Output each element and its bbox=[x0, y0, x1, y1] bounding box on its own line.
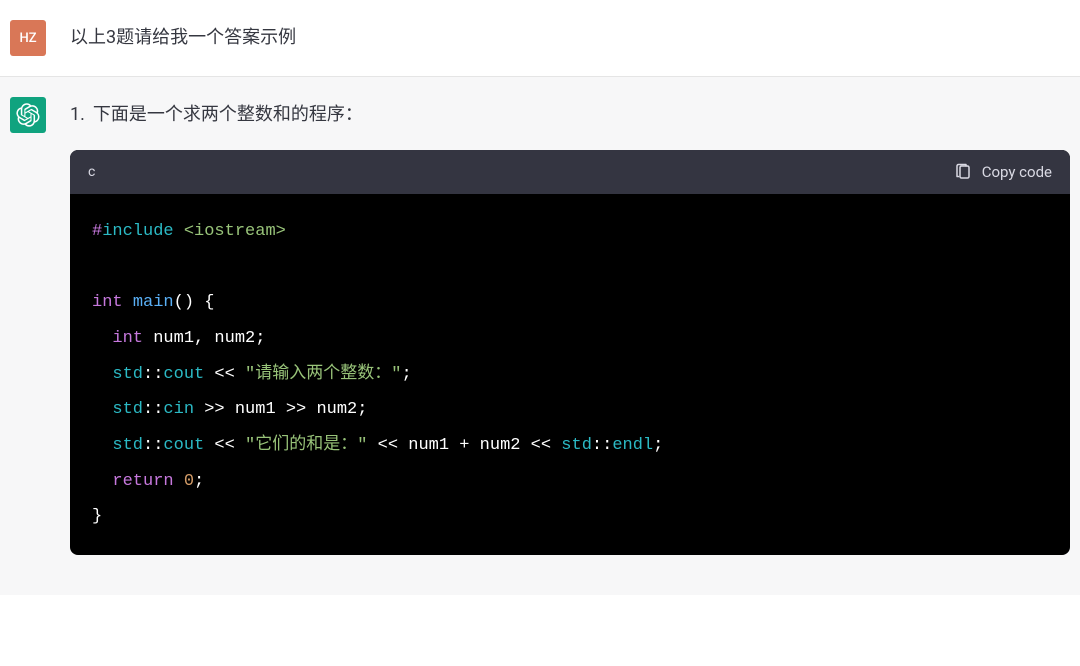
code-token: std bbox=[561, 436, 592, 455]
code-token: :: bbox=[143, 365, 163, 384]
openai-logo-icon bbox=[16, 103, 40, 127]
code-token: << num1 + num2 << bbox=[367, 436, 561, 455]
code-token: std bbox=[112, 365, 143, 384]
assistant-message-content: 1. 下面是一个求两个整数和的程序： c Copy code #include … bbox=[70, 97, 1070, 555]
code-token: :: bbox=[143, 400, 163, 419]
code-token: <iostream> bbox=[184, 222, 286, 241]
code-body[interactable]: #include <iostream> int main() { int num… bbox=[70, 194, 1070, 555]
code-token: ; bbox=[194, 472, 204, 491]
code-header: c Copy code bbox=[70, 150, 1070, 194]
code-token: int bbox=[112, 329, 143, 348]
list-text: 下面是一个求两个整数和的程序： bbox=[93, 101, 363, 130]
code-token: include bbox=[102, 222, 173, 241]
code-token: () bbox=[174, 293, 194, 312]
user-message-text: 以上3题请给我一个答案示例 bbox=[70, 27, 296, 48]
user-avatar: HZ bbox=[10, 20, 46, 56]
code-token: ; bbox=[401, 365, 411, 384]
code-token: } bbox=[92, 507, 102, 526]
code-token: ; bbox=[653, 436, 663, 455]
ordered-list-item: 1. 下面是一个求两个整数和的程序： bbox=[70, 101, 1070, 130]
code-token: # bbox=[92, 222, 102, 241]
code-token: << bbox=[204, 365, 245, 384]
assistant-message-row: 1. 下面是一个求两个整数和的程序： c Copy code #include … bbox=[0, 77, 1080, 595]
code-block: c Copy code #include <iostream> int main… bbox=[70, 150, 1070, 555]
code-token: cout bbox=[163, 365, 204, 384]
code-language-label: c bbox=[88, 161, 95, 183]
code-token: << bbox=[204, 436, 245, 455]
code-token: std bbox=[112, 436, 143, 455]
user-avatar-initials: HZ bbox=[19, 31, 36, 46]
clipboard-icon bbox=[954, 163, 972, 181]
user-message-content: 以上3题请给我一个答案示例 bbox=[70, 20, 1070, 53]
code-token: return bbox=[112, 472, 173, 491]
copy-code-label: Copy code bbox=[982, 160, 1052, 184]
code-token: >> num1 >> num2; bbox=[194, 400, 367, 419]
code-token: endl bbox=[612, 436, 653, 455]
code-token: int bbox=[92, 293, 123, 312]
code-token: :: bbox=[592, 436, 612, 455]
code-token: cin bbox=[163, 400, 194, 419]
code-token: :: bbox=[143, 436, 163, 455]
user-message-row: HZ 以上3题请给我一个答案示例 bbox=[0, 0, 1080, 77]
code-token: std bbox=[112, 400, 143, 419]
code-token: num1, num2; bbox=[143, 329, 265, 348]
copy-code-button[interactable]: Copy code bbox=[954, 160, 1052, 184]
code-token: 0 bbox=[184, 472, 194, 491]
code-token: cout bbox=[163, 436, 204, 455]
list-number: 1. bbox=[70, 101, 85, 130]
assistant-avatar bbox=[10, 97, 46, 133]
code-token: main bbox=[133, 293, 174, 312]
code-token: "请输入两个整数：" bbox=[245, 365, 401, 384]
code-token: { bbox=[194, 293, 214, 312]
code-token: "它们的和是：" bbox=[245, 436, 367, 455]
